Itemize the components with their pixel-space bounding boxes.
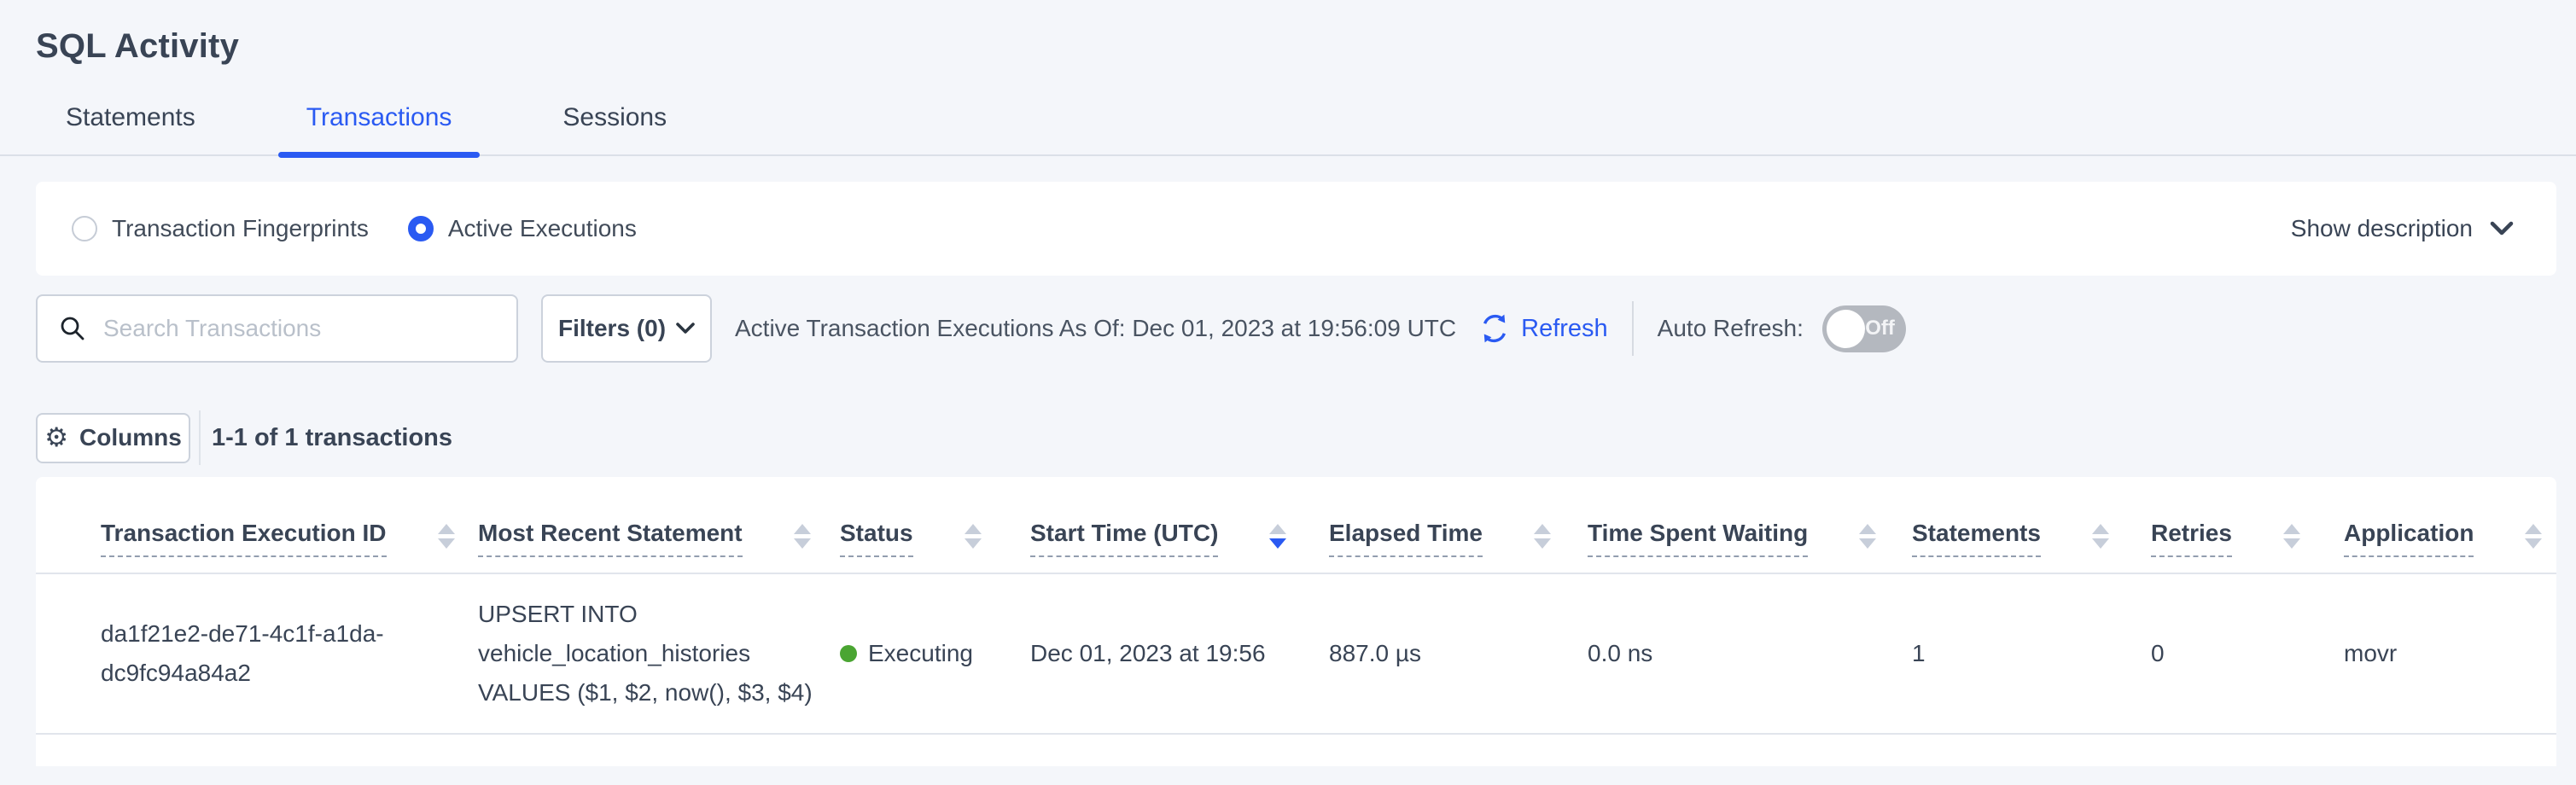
search-input[interactable] [103,315,499,342]
status-label: Executing [868,634,973,673]
column-header-retries[interactable]: Retries [2151,477,2344,573]
column-header-transaction-execution-id[interactable]: Transaction Execution ID [36,477,478,573]
radio-transaction-fingerprints[interactable]: Transaction Fingerprints [72,215,369,242]
radio-label: Transaction Fingerprints [112,215,369,242]
columns-label: Columns [79,424,182,451]
vertical-divider [1632,301,1634,356]
sort-icon[interactable] [794,524,811,549]
cell-start-time: Dec 01, 2023 at 19:56 [1030,573,1329,734]
chevron-down-icon [2490,221,2514,236]
show-description-label: Show description [2291,215,2473,242]
refresh-button[interactable]: Refresh [1478,312,1608,345]
tab-sessions[interactable]: Sessions [534,103,695,154]
sort-icon[interactable] [2283,524,2300,549]
toggle-knob[interactable] [1827,310,1865,348]
gear-icon: ⚙ [44,422,68,453]
radio-label: Active Executions [448,215,637,242]
columns-button[interactable]: ⚙ Columns [36,413,190,463]
cell-transaction-execution-id[interactable]: da1f21e2-de71-4c1f-a1da-dc9fc94a84a2 [36,573,478,734]
cell-retries: 0 [2151,573,2344,734]
column-header-statements[interactable]: Statements [1912,477,2151,573]
filters-label: Filters (0) [558,315,666,342]
auto-refresh-label: Auto Refresh: [1658,315,1804,342]
sort-icon[interactable] [1859,524,1876,549]
cell-most-recent-statement[interactable]: UPSERT INTO vehicle_location_histories V… [478,573,840,734]
chevron-down-icon [676,323,695,334]
refresh-icon [1478,312,1511,345]
toggle-state-label: Off [1865,317,1895,340]
executing-status-dot-icon [840,645,857,662]
cell-application: movr [2344,573,2556,734]
radio-circle-icon[interactable] [72,216,97,241]
column-header-status[interactable]: Status [840,477,1030,573]
table-controls: ⚙ Columns 1-1 of 1 transactions [36,412,2576,463]
column-header-start-time[interactable]: Start Time (UTC) [1030,477,1329,573]
column-header-time-spent-waiting[interactable]: Time Spent Waiting [1588,477,1912,573]
radio-circle-checked-icon[interactable] [408,216,434,241]
show-description-button[interactable]: Show description [2291,215,2514,242]
search-box[interactable] [36,294,518,363]
sort-icon[interactable] [2525,524,2542,549]
transactions-toolbar: Filters (0) Active Transaction Execution… [36,294,2576,363]
column-header-most-recent-statement[interactable]: Most Recent Statement [478,477,840,573]
table-header-row: Transaction Execution ID Most Recent Sta… [36,477,2556,573]
tab-transactions[interactable]: Transactions [278,103,481,154]
view-mode-panel: Transaction Fingerprints Active Executio… [36,182,2556,276]
radio-active-executions[interactable]: Active Executions [408,215,637,242]
transactions-table-panel: Transaction Execution ID Most Recent Sta… [36,477,2556,766]
sort-icon[interactable] [438,524,455,549]
cell-elapsed-time: 887.0 µs [1329,573,1588,734]
column-header-application[interactable]: Application [2344,477,2556,573]
sort-icon[interactable] [965,524,982,549]
transactions-table: Transaction Execution ID Most Recent Sta… [36,477,2556,735]
page-title: SQL Activity [36,27,2576,66]
sql-activity-tabs: Statements Transactions Sessions [0,103,2576,156]
auto-refresh-toggle[interactable]: Off [1822,305,1906,352]
search-icon [59,315,86,342]
filters-button[interactable]: Filters (0) [541,294,712,363]
cell-time-spent-waiting: 0.0 ns [1588,573,1912,734]
as-of-timestamp: Active Transaction Executions As Of: Dec… [735,315,1456,342]
sort-icon[interactable] [2092,524,2109,549]
cell-status: Executing [840,573,1030,734]
vertical-divider [199,410,201,465]
sort-desc-icon[interactable] [1269,524,1286,549]
result-count: 1-1 of 1 transactions [212,424,452,452]
sort-icon[interactable] [1534,524,1551,549]
tab-statements[interactable]: Statements [38,103,224,154]
cell-statements: 1 [1912,573,2151,734]
column-header-elapsed-time[interactable]: Elapsed Time [1329,477,1588,573]
refresh-label: Refresh [1521,315,1608,343]
table-row[interactable]: da1f21e2-de71-4c1f-a1da-dc9fc94a84a2 UPS… [36,573,2556,734]
